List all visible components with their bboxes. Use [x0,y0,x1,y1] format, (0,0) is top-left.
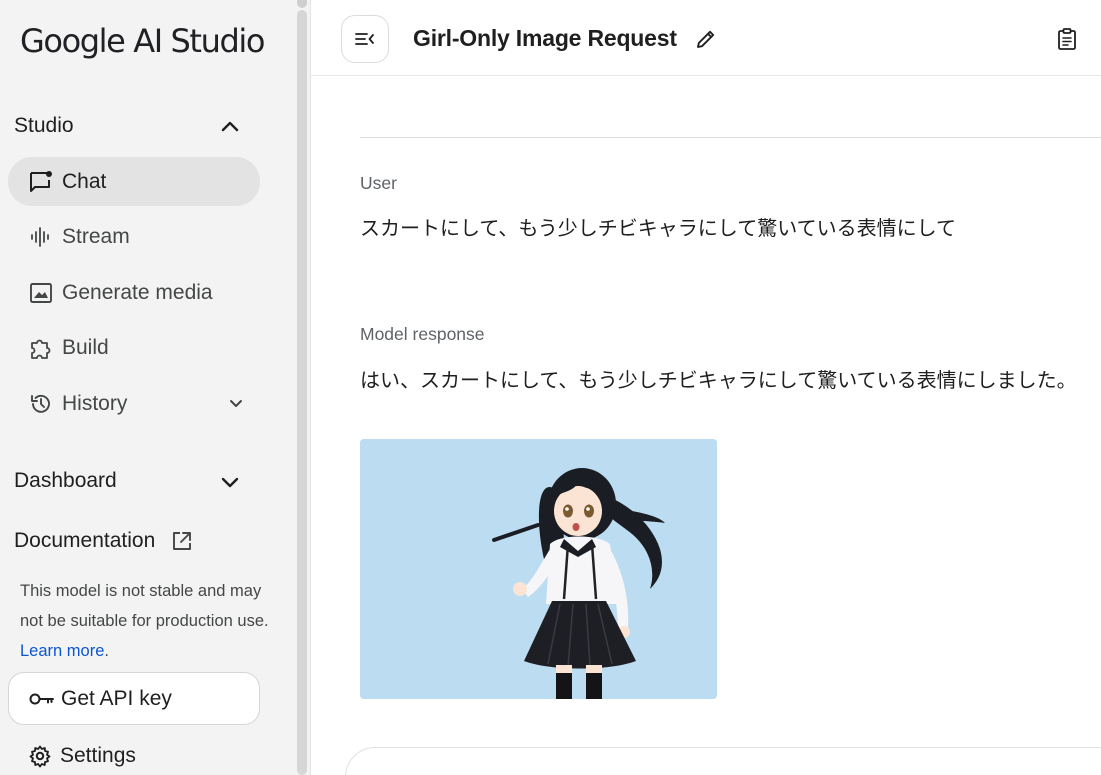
chat-icon [30,170,52,192]
sidebar-toggle-icon [355,33,374,45]
sidebar-toggle-button[interactable] [341,15,389,63]
api-key-label: Get API key [61,686,172,710]
settings-link[interactable]: Settings [28,744,136,768]
sidebar-item-history[interactable]: History [8,379,260,428]
dashboard-section-header[interactable]: Dashboard [14,469,117,493]
sidebar-item-label: Stream [62,224,130,248]
scroll-up-arrow[interactable] [297,0,307,8]
studio-section-label: Studio [14,114,74,137]
get-api-key-button[interactable]: Get API key [8,672,260,725]
dashboard-section-label: Dashboard [14,469,117,492]
documentation-label: Documentation [14,529,156,552]
puzzle-icon [31,339,51,359]
sidebar-item-chat[interactable]: Chat [8,157,260,206]
settings-label: Settings [60,744,136,767]
sidebar-item-generate-media[interactable]: Generate media [8,268,260,317]
studio-section-header[interactable]: Studio [14,114,74,138]
generated-image[interactable] [360,439,717,699]
documentation-link[interactable]: Documentation [14,529,193,553]
external-link-icon [173,532,192,550]
chevron-down-icon[interactable] [226,394,246,414]
user-role-label: User [360,173,397,193]
model-message: はい、スカートにして、もう少しチビキャラにして驚いている表情にしました。 [360,368,1077,392]
scrollbar-thumb[interactable] [297,10,307,775]
note-suffix: . [104,642,109,660]
chevron-down-icon[interactable] [218,470,242,494]
sidebar-item-build[interactable]: Build [8,323,260,372]
sidebar-item-stream[interactable]: Stream [8,212,260,261]
sidebar-scrollbar[interactable] [293,0,311,775]
sidebar-item-label: History [62,391,128,415]
history-icon [31,394,50,413]
page-title: Girl-Only Image Request [413,25,677,51]
sidebar-item-label: Build [62,335,109,359]
top-header: Girl-Only Image Request [311,0,1101,76]
learn-more-link[interactable]: Learn more [20,642,104,660]
edit-pencil-icon[interactable] [694,27,718,51]
app-logo[interactable]: Google AI Studio [20,22,265,60]
stream-icon [31,226,49,247]
chevron-up-icon[interactable] [218,115,242,139]
clipboard-icon[interactable] [1055,27,1079,51]
divider [360,137,1101,138]
note-text: This model is not stable and may not be … [20,582,269,630]
image-icon [30,282,52,303]
sidebar: Google AI Studio Studio Chat Stream Gene… [0,0,293,775]
user-message: スカートにして、もう少しチビキャラにして驚いている表情にして [360,216,956,240]
model-warning-note: This model is not stable and may not be … [20,576,270,666]
chibi-girl-illustration [360,439,717,699]
key-icon [29,693,54,704]
sidebar-item-label: Generate media [62,280,213,304]
prompt-input-container[interactable] [345,747,1101,775]
sidebar-item-label: Chat [62,169,107,193]
model-role-label: Model response [360,324,485,344]
gear-icon [29,745,51,768]
